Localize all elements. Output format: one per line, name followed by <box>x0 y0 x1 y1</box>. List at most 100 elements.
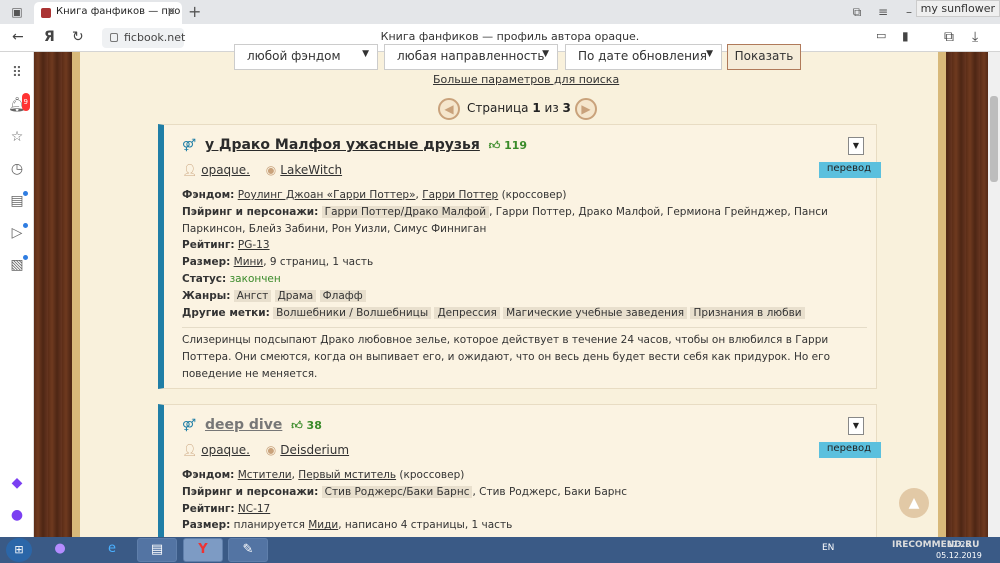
alice-assistant-icon[interactable]: ● <box>8 506 26 524</box>
work-dropdown-button[interactable]: ▼ <box>848 137 864 155</box>
tag-item[interactable]: Волшебники / Волшебницы <box>273 306 432 319</box>
work-info: Фэндом: Мстители, Первый мститель (кросс… <box>182 467 867 534</box>
apps-grid-icon[interactable]: ⠿ <box>8 64 26 82</box>
yandex-logo-icon[interactable]: Я <box>44 29 55 45</box>
address-bar[interactable]: ficbook.net <box>102 28 185 48</box>
tags-row: Другие метки: Волшебники / Волшебницы Де… <box>182 305 867 322</box>
size-link[interactable]: Миди <box>308 519 338 531</box>
translation-badge: перевод <box>818 162 881 178</box>
tag-item[interactable]: Депрессия <box>434 306 500 319</box>
work-description: Слизеринцы подсыпают Драко любовное зель… <box>182 334 831 381</box>
slash-direction-icon: ⚤ <box>182 138 197 152</box>
bookmarks-icon[interactable]: ⧉ <box>848 3 866 21</box>
rating-link[interactable]: PG-13 <box>238 239 270 251</box>
rating-link[interactable]: NC-17 <box>238 503 270 515</box>
globe-icon: ◉ <box>265 443 277 457</box>
collections-icon[interactable]: ▤ <box>8 191 28 210</box>
notification-count-badge: 9 <box>21 93 30 111</box>
user-label: my sunflower <box>915 0 1000 17</box>
fandom-row: Фэндом: Мстители, Первый мститель (кросс… <box>182 469 465 481</box>
pairing-tag[interactable]: Гарри Поттер/Драко Малфой <box>321 205 490 218</box>
tag-item[interactable]: Признания в любви <box>690 306 805 319</box>
genres-row: Жанры: Ангст Драма Флафф <box>182 288 867 305</box>
fandom-link[interactable]: Гарри Поттер <box>422 189 498 201</box>
genre-tag[interactable]: Драма <box>274 289 317 302</box>
direction-select-value: любая направленность <box>397 49 545 63</box>
address-menu-icon[interactable]: ▭ <box>876 29 886 42</box>
rating-row: Рейтинг: PG-13 <box>182 239 270 252</box>
scroll-to-top-button[interactable]: ▲ <box>899 488 929 518</box>
ficbook-favicon-icon <box>41 8 51 18</box>
page-title: Книга фанфиков — профиль автора opaque. <box>380 30 640 43</box>
next-page-icon[interactable]: ▶ <box>575 98 597 120</box>
fandom-select[interactable]: любой фэндом ▼ <box>234 44 378 70</box>
yandex-apps-icon[interactable]: ◆ <box>8 474 26 492</box>
download-icon[interactable]: ⤓ <box>972 29 978 45</box>
fandom-link[interactable]: Мстители <box>238 469 292 481</box>
author-link[interactable]: opaque. <box>201 163 250 177</box>
page-scrollbar[interactable] <box>988 52 1000 537</box>
slash-direction-icon: ⚤ <box>182 418 197 432</box>
wood-frame-left <box>34 52 80 537</box>
video-play-icon[interactable]: ▷ <box>8 223 28 242</box>
sidebar-toggle-icon[interactable]: ▣ <box>8 3 26 21</box>
extensions-icon[interactable]: ⧉ <box>944 29 954 45</box>
work-title-link[interactable]: у Драко Малфоя ужасные друзья <box>205 137 480 153</box>
yandex-browser-taskbar-icon[interactable]: Y <box>183 538 223 562</box>
fandom-row: Фэндом: Роулинг Джоан «Гарри Поттер», Га… <box>182 189 567 201</box>
language-indicator[interactable]: EN <box>822 543 834 553</box>
work-card: ⚤ у Драко Малфоя ужасные друзья 👍︎ 119 ▼… <box>158 124 881 389</box>
pairing-tag[interactable]: Стив Роджерс/Баки Барнс <box>321 485 473 498</box>
new-tab-button[interactable]: + <box>188 2 201 21</box>
original-author-link[interactable]: Deisderium <box>280 443 349 457</box>
fandom-link[interactable]: Роулинг Джоан «Гарри Поттер» <box>238 189 416 201</box>
work-authors: 👤︎ opaque. ◉ LakeWitch <box>182 163 354 177</box>
divider <box>182 327 867 329</box>
search-doc-icon[interactable]: ▧ <box>8 255 28 274</box>
work-card: ⚤ deep dive 👍︎ 38 ▼ перевод 👤︎ opaque. ◉ D… <box>158 404 881 544</box>
direction-select[interactable]: любая направленность ▼ <box>384 44 558 70</box>
bookmark-icon[interactable]: ▮ <box>902 29 909 43</box>
genre-tag[interactable]: Ангст <box>233 289 272 302</box>
status-row: Статус: закончен <box>182 272 281 285</box>
original-author-link[interactable]: LakeWitch <box>280 163 342 177</box>
size-link[interactable]: Мини <box>234 256 264 268</box>
scrollbar-thumb[interactable] <box>990 96 998 182</box>
start-button[interactable]: ⊞ <box>6 538 32 562</box>
alice-taskbar-icon[interactable]: ● <box>40 538 80 562</box>
browser-tab[interactable]: Книга фанфиков — про ✕ <box>34 2 182 24</box>
size-row: Размер: Мини, 9 страниц, 1 часть <box>182 256 374 269</box>
tab-title: Книга фанфиков — про <box>56 6 181 17</box>
more-params-link[interactable]: Больше параметров для поиска <box>433 73 619 86</box>
windows-taskbar: ⊞ ● e ▤ Y ✎ EN 17:25 05.12.2019 <box>0 537 1000 563</box>
page-indicator: Страница 1 из 3 <box>467 101 571 115</box>
sort-select[interactable]: По дате обновления ▼ <box>565 44 722 70</box>
file-explorer-icon[interactable]: ▤ <box>137 538 177 562</box>
author-link[interactable]: opaque. <box>201 443 250 457</box>
wood-frame-right <box>938 52 988 537</box>
back-icon[interactable]: ← <box>12 29 24 45</box>
lock-icon <box>110 33 118 42</box>
pairing-row: Пэйринг и персонажи: Гарри Поттер/Драко … <box>182 205 828 235</box>
menu-icon[interactable]: ≡ <box>874 3 892 21</box>
author-icon: 👤︎ <box>182 163 198 177</box>
notifications-bell-icon[interactable]: 🔔︎ 9 <box>8 93 30 114</box>
prev-page-icon[interactable]: ◀ <box>438 98 460 120</box>
tag-item[interactable]: Магические учебные заведения <box>503 306 688 319</box>
translation-badge: перевод <box>818 442 881 458</box>
close-tab-icon[interactable]: ✕ <box>167 5 176 18</box>
size-row: Размер: планируется Миди, написано 4 стр… <box>182 519 513 532</box>
history-clock-icon[interactable]: ◷ <box>8 160 26 178</box>
reload-icon[interactable]: ↻ <box>72 29 84 45</box>
rating-row: Рейтинг: NC-17 <box>182 502 271 515</box>
show-button[interactable]: Показать <box>727 44 801 70</box>
work-dropdown-button[interactable]: ▼ <box>848 417 864 435</box>
genre-tag[interactable]: Флафф <box>319 289 366 302</box>
internet-explorer-icon[interactable]: e <box>92 538 132 562</box>
work-title-link[interactable]: deep dive <box>205 417 282 433</box>
work-info: Фэндом: Роулинг Джоан «Гарри Поттер», Га… <box>182 187 867 383</box>
favorites-star-icon[interactable]: ☆ <box>8 128 26 146</box>
paint-icon[interactable]: ✎ <box>228 538 268 562</box>
fandom-link[interactable]: Первый мститель <box>298 469 396 481</box>
pairing-row: Пэйринг и персонажи: Стив Роджерс/Баки Б… <box>182 485 628 498</box>
